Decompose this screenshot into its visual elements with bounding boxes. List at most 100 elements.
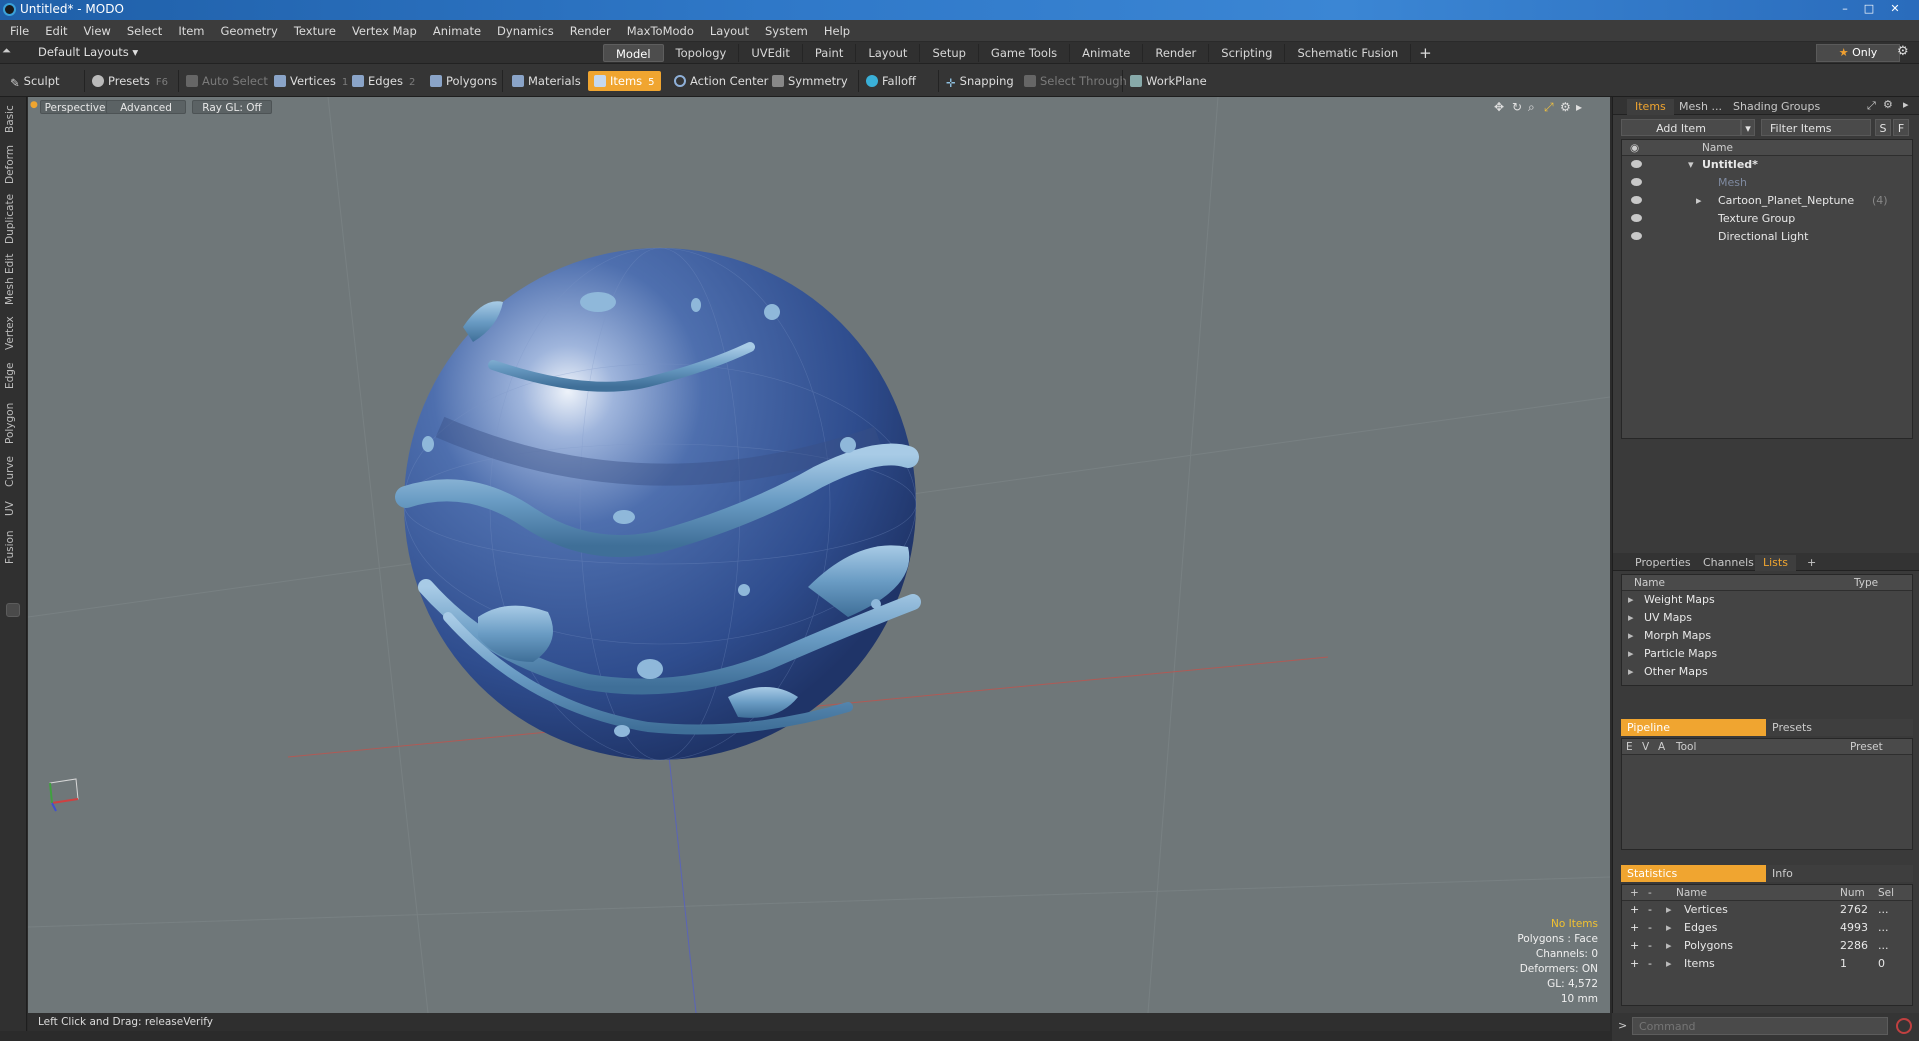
lefttab-uv[interactable]: UV [4,497,22,521]
menu-texture[interactable]: Texture [286,20,344,42]
list-item[interactable]: ▸ Other Maps [1622,663,1912,681]
lefttab-basic[interactable]: Basic [4,103,22,135]
tab-uvedit[interactable]: UVEdit [739,44,803,62]
expand-arrow-icon[interactable]: ▸ [1666,937,1672,955]
menu-maxtomodo[interactable]: MaxToModo [619,20,702,42]
lefttab-edge[interactable]: Edge [4,359,22,393]
lists-type-header[interactable]: Type [1854,575,1878,591]
f-button[interactable]: F [1893,119,1909,136]
tab-model[interactable]: Model [603,44,664,62]
menu-view[interactable]: View [76,20,119,42]
3d-viewport[interactable]: ● Perspective Advanced Ray GL: Off ✥ ↻ ⌕… [28,97,1610,1013]
lefttab-duplicate[interactable]: Duplicate [4,193,22,245]
menu-system[interactable]: System [757,20,816,42]
layout-arrow-icon[interactable]: ⏶ [2,44,11,58]
col-name[interactable]: Name [1676,885,1707,901]
edges-button[interactable]: Edges 2 [352,71,415,91]
eye-icon[interactable] [1631,178,1642,186]
remove-icon[interactable]: - [1648,919,1652,937]
eye-icon[interactable] [1631,232,1642,240]
col-num[interactable]: Num [1840,885,1865,901]
stat-row-vertices[interactable]: + - ▸ Vertices 2762... [1622,901,1912,919]
menu-geometry[interactable]: Geometry [213,20,286,42]
tree-row-mesh[interactable]: Mesh [1622,174,1912,192]
panel-toggle-button[interactable] [6,603,20,617]
eye-icon[interactable] [1631,160,1642,168]
tab-items[interactable]: Items [1627,99,1674,115]
polygons-button[interactable]: Polygons [430,71,497,91]
menu-vertex-map[interactable]: Vertex Map [344,20,425,42]
maximize-button[interactable]: □ [1858,1,1880,17]
rotate-icon[interactable]: ↻ [1512,100,1522,114]
panel-gear-icon[interactable]: ⚙ [1883,98,1893,111]
lefttab-vertex[interactable]: Vertex [4,313,22,353]
expand-arrow-icon[interactable]: ▸ [1666,955,1672,973]
col-a[interactable]: A [1658,739,1665,755]
lefttab-polygon[interactable]: Polygon [4,399,22,447]
expand-icon[interactable]: ⤢ [1867,99,1876,113]
tree-row-directional-light[interactable]: Directional Light [1622,228,1912,246]
col-sel[interactable]: Sel [1878,885,1894,901]
tab-game-tools[interactable]: Game Tools [979,44,1071,62]
list-item[interactable]: ▸ UV Maps [1622,609,1912,627]
expand-arrow-icon[interactable]: ▸ [1696,192,1702,210]
list-item[interactable]: ▸ Morph Maps [1622,627,1912,645]
tab-setup[interactable]: Setup [920,44,979,62]
perspective-button[interactable]: Perspective [40,100,110,114]
action-center-button[interactable]: Action Center [674,71,768,91]
tree-row-planet[interactable]: ▸ Cartoon_Planet_Neptune (4) [1622,192,1912,210]
eye-icon[interactable] [1631,196,1642,204]
tab-pipeline[interactable]: Pipeline [1621,719,1766,736]
remove-icon[interactable]: - [1648,937,1652,955]
items-button[interactable]: Items 5 [588,71,661,91]
tab-scripting[interactable]: Scripting [1209,44,1286,62]
add-icon[interactable]: + [1630,919,1639,937]
stop-icon[interactable] [1896,1018,1912,1034]
add-icon[interactable]: + [1630,937,1639,955]
stat-row-polygons[interactable]: + - ▸ Polygons 2286... [1622,937,1912,955]
add-icon[interactable]: + [1630,955,1639,973]
tab-info[interactable]: Info [1766,865,1913,882]
tab-channels[interactable]: Channels [1695,555,1762,571]
viewport-settings-icon[interactable]: ⚙ [1560,100,1571,114]
tab-add[interactable]: + [1799,555,1824,571]
menu-file[interactable]: File [0,20,37,42]
only-button[interactable]: ★ Only [1816,44,1900,62]
menu-animate[interactable]: Animate [425,20,489,42]
filter-items-input[interactable]: Filter Items [1761,119,1871,136]
remove-icon[interactable]: - [1648,901,1652,919]
add-item-button[interactable]: Add Item [1621,119,1741,136]
symmetry-button[interactable]: Symmetry [772,71,848,91]
lefttab-deform[interactable]: Deform [4,143,22,185]
advanced-button[interactable]: Advanced [106,100,186,114]
stat-row-edges[interactable]: + - ▸ Edges 4993... [1622,919,1912,937]
lefttab-fusion[interactable]: Fusion [4,527,22,567]
sculpt-button[interactable]: ✎ Sculpt [10,71,60,91]
col-e[interactable]: E [1626,739,1633,755]
list-item[interactable]: ▸ Particle Maps [1622,645,1912,663]
presets-button[interactable]: Presets F6 [92,71,168,91]
tree-row-texture-group[interactable]: Texture Group [1622,210,1912,228]
minimize-button[interactable]: – [1834,1,1856,17]
panel-arrow-icon[interactable]: ▸ [1903,98,1909,111]
fit-icon[interactable]: ⤢ [1544,100,1554,115]
snapping-button[interactable]: ✛ Snapping [946,71,1014,91]
tab-groups[interactable]: Groups [1773,99,1828,115]
tree-row-untitled[interactable]: ▾ Untitled* [1622,156,1912,174]
add-item-dropdown[interactable]: ▾ [1741,119,1755,136]
add-layout-button[interactable]: + [1411,44,1440,62]
name-column-header[interactable]: Name [1702,140,1733,156]
col-plus[interactable]: + [1630,885,1639,901]
lists-name-header[interactable]: Name [1634,575,1665,591]
col-preset[interactable]: Preset [1850,739,1883,755]
pan-icon[interactable]: ✥ [1494,100,1504,114]
tab-lists[interactable]: Lists [1755,555,1796,571]
auto-select-button[interactable]: Auto Select [186,71,268,91]
select-through-button[interactable]: Select Through [1024,71,1127,91]
add-icon[interactable]: + [1630,901,1639,919]
col-minus[interactable]: - [1648,885,1652,901]
tab-animate[interactable]: Animate [1070,44,1144,62]
tab-statistics[interactable]: Statistics [1621,865,1766,882]
menu-help[interactable]: Help [816,20,858,42]
materials-button[interactable]: Materials [512,71,581,91]
